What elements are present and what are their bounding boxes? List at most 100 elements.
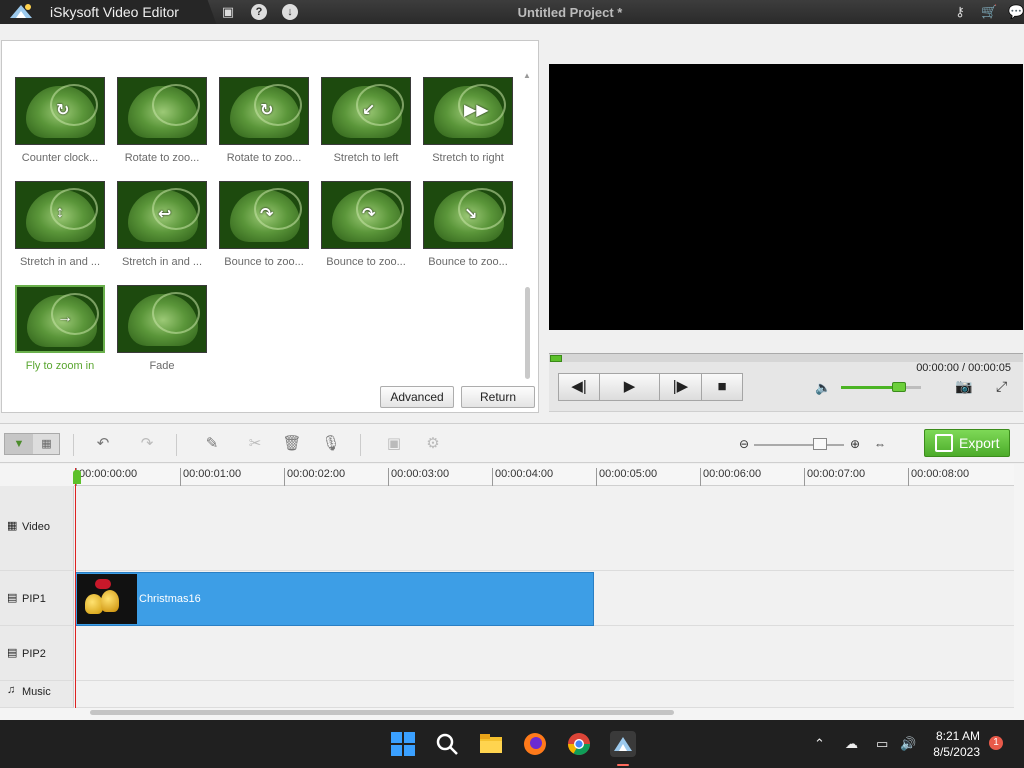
transition-arrow-icon: → <box>57 309 73 326</box>
timeline-view-icon[interactable]: ▼ <box>5 434 33 454</box>
export-label: Export <box>959 435 1000 451</box>
transition-arrow-icon: ↷ <box>362 206 376 223</box>
transition-arrow-icon: ↻ <box>260 102 274 119</box>
ruler-tick: 00:00:03:00 <box>388 468 449 486</box>
transition-item[interactable]: ↻ Counter clock... <box>14 77 106 164</box>
view-toggle[interactable]: ▼ ▦ <box>4 433 60 455</box>
volume-handle[interactable] <box>891 382 906 392</box>
clip-thumbnail <box>77 574 137 624</box>
scroll-up-icon[interactable]: ▲ <box>523 71 531 80</box>
track-lane-pip2[interactable] <box>75 626 1014 681</box>
key-icon[interactable]: ⚷ <box>952 4 968 20</box>
transition-thumbnail: ↻ <box>219 77 309 145</box>
zoom-in-icon[interactable]: ⊕ <box>844 434 866 454</box>
help-icon[interactable]: ? <box>251 4 267 20</box>
display-icon[interactable]: ▭ <box>876 736 888 752</box>
transition-thumbnail: ↕ <box>15 181 105 249</box>
transition-arrow-icon: ↻ <box>56 102 70 119</box>
scroll-thumb[interactable] <box>525 287 530 379</box>
clock-date[interactable]: 8/5/2023 <box>920 745 980 759</box>
delete-icon[interactable]: 🗑 <box>281 434 303 454</box>
crop-icon[interactable]: ▣ <box>383 434 405 454</box>
playhead-handle[interactable] <box>73 470 81 484</box>
storyboard-view-icon[interactable]: ▦ <box>33 434 60 454</box>
zoom-slider[interactable] <box>754 444 844 446</box>
cut-icon[interactable]: ✂ <box>244 434 266 454</box>
voiceover-icon[interactable]: 🎙 <box>320 434 342 454</box>
firefox-icon[interactable] <box>522 731 548 757</box>
transition-item[interactable]: ↷ Bounce to zoo... <box>218 181 310 268</box>
clock-time[interactable]: 8:21 AM <box>920 729 980 743</box>
title-bar: iSkysoft Video Editor ▣ ? ↓ Untitled Pro… <box>0 0 1024 24</box>
tray-expand-icon[interactable]: ⌃ <box>814 736 825 752</box>
video-editor-taskbar-icon[interactable] <box>610 731 636 757</box>
return-button[interactable]: Return <box>461 386 535 408</box>
transition-item[interactable]: ↘ Bounce to zoo... <box>422 181 514 268</box>
volume-icon[interactable]: 🔈 <box>815 380 831 396</box>
search-icon[interactable] <box>434 731 460 757</box>
advanced-button[interactable]: Advanced <box>380 386 454 408</box>
track-lane-video[interactable] <box>75 486 1014 571</box>
notification-badge[interactable]: 1 <box>989 736 1003 750</box>
transition-item[interactable]: ↻ Rotate to zoo... <box>218 77 310 164</box>
transition-thumbnail: ↩ <box>117 181 207 249</box>
redo-icon[interactable]: ↷ <box>136 434 158 454</box>
time-ruler[interactable]: 00:00:00:00 00:00:01:00 00:00:02:00 00:00:0… <box>74 464 1014 486</box>
fit-timeline-icon[interactable]: ⇔ <box>869 434 891 454</box>
transition-thumbnail: ↻ <box>15 77 105 145</box>
track-header-pip2: ▤ PIP2 <box>0 626 74 681</box>
transition-thumbnail: ▶▶ <box>423 77 513 145</box>
download-icon[interactable]: ↓ <box>282 4 298 20</box>
music-track-icon: ♫ <box>7 684 16 696</box>
video-preview[interactable] <box>549 64 1023 330</box>
file-explorer-icon[interactable] <box>478 731 504 757</box>
pip-clip[interactable]: Christmas16 <box>75 572 594 626</box>
snapshot-icon[interactable]: 📷 <box>955 378 972 395</box>
transition-thumbnail: ↷ <box>219 181 309 249</box>
transition-item[interactable]: ▶▶ Stretch to right <box>422 77 514 164</box>
clip-name: Christmas16 <box>139 593 201 605</box>
transition-item[interactable]: ↩ Stretch in and ... <box>116 181 208 268</box>
stop-button[interactable]: ■ <box>702 373 743 401</box>
transition-item[interactable]: ↙ Stretch to left <box>320 77 412 164</box>
cart-icon[interactable]: 🛒 <box>981 4 997 20</box>
panel-scrollbar[interactable]: ▲ <box>523 71 531 401</box>
undo-icon[interactable]: ↶ <box>92 434 114 454</box>
app-title: iSkysoft Video Editor <box>50 4 179 20</box>
transition-item[interactable]: Fade <box>116 285 208 372</box>
transition-item[interactable]: → Fly to zoom in <box>14 285 106 372</box>
fullscreen-icon[interactable]: ⤢ <box>996 378 1007 395</box>
active-app-indicator <box>617 764 629 766</box>
track-name: PIP2 <box>22 648 46 660</box>
next-frame-button[interactable]: |▶ <box>660 373 702 401</box>
save-icon[interactable]: ▣ <box>220 4 236 20</box>
timeline-scrollbar[interactable] <box>78 708 1014 716</box>
track-lane-music[interactable] <box>75 681 1014 708</box>
video-track-icon: ▤ <box>7 647 18 659</box>
prev-frame-button[interactable]: ◀| <box>558 373 600 401</box>
play-button[interactable]: ▶ <box>600 373 660 401</box>
edit-icon[interactable]: ✎ <box>201 434 223 454</box>
transition-item[interactable]: Rotate to zoo... <box>116 77 208 164</box>
transition-thumbnail <box>117 77 207 145</box>
playhead[interactable] <box>75 468 76 708</box>
transition-item[interactable]: ↷ Bounce to zoo... <box>320 181 412 268</box>
speaker-icon[interactable]: 🔊 <box>900 736 916 752</box>
progress-handle[interactable] <box>550 355 562 362</box>
feedback-icon[interactable]: 💬 <box>1008 4 1024 20</box>
zoom-handle[interactable] <box>813 438 827 450</box>
transition-item[interactable]: ↕ Stretch in and ... <box>14 181 106 268</box>
track-name: Video <box>22 521 50 533</box>
timeline-scroll-thumb[interactable] <box>90 710 674 715</box>
project-title: Untitled Project * <box>517 5 623 20</box>
onedrive-icon[interactable]: ☁ <box>845 736 858 752</box>
settings-icon[interactable]: ⚙ <box>422 434 444 454</box>
volume-slider[interactable] <box>841 386 921 389</box>
export-button[interactable]: Export <box>924 429 1010 457</box>
transition-label: Stretch to left <box>333 152 399 164</box>
start-icon[interactable] <box>390 731 416 757</box>
playback-progress[interactable] <box>549 353 1023 362</box>
zoom-out-icon[interactable]: ⊖ <box>733 434 755 454</box>
ruler-tick: 00:00:02:00 <box>284 468 345 486</box>
chrome-icon[interactable] <box>566 731 592 757</box>
